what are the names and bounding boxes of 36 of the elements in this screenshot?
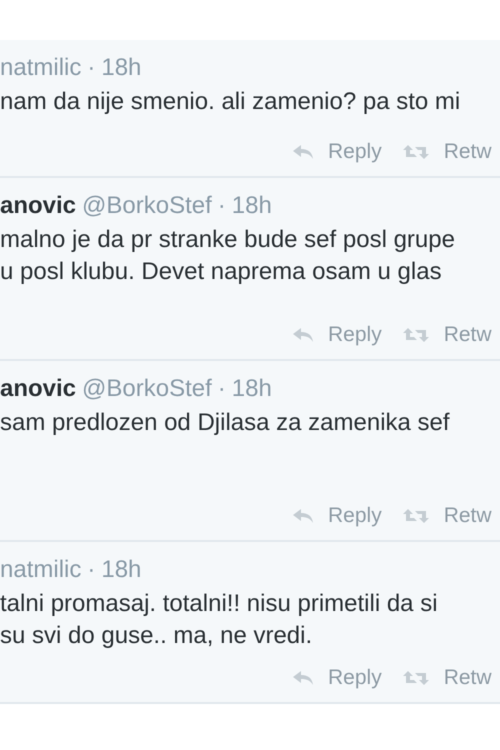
tweet-text: sam predlozen od Djilasa za zamenika sef: [0, 408, 451, 438]
retweet-icon[interactable]: [402, 144, 430, 160]
reply-icon[interactable]: [292, 670, 314, 686]
tweet-text: talni promasaj. totalni!! nisu primetili da si: [0, 589, 439, 619]
reply-icon[interactable]: [292, 144, 314, 160]
separator-dot: ·: [87, 54, 96, 82]
retweet-button[interactable]: Retw: [402, 666, 492, 690]
reply-button[interactable]: Reply: [292, 504, 382, 528]
retweet-icon[interactable]: [402, 508, 430, 524]
tweet-text: malno je da pr stranke bude sef posl grupe: [0, 225, 456, 255]
timestamp[interactable]: 18h: [101, 54, 142, 82]
reply-button[interactable]: Reply: [292, 140, 382, 164]
user-handle[interactable]: natmilic: [0, 54, 82, 82]
timestamp[interactable]: 18h: [101, 556, 142, 584]
tweet-text: nam da nije smenio. ali zamenio? pa sto mi: [0, 87, 462, 117]
retweet-icon[interactable]: [402, 670, 430, 686]
tweet-text: su svi do guse.. ma, ne vredi.: [0, 621, 314, 651]
user-name[interactable]: anovic: [0, 375, 76, 403]
tweet-text: u posl klubu. Devet naprema osam u glas: [0, 257, 443, 287]
user-name[interactable]: anovic: [0, 192, 76, 220]
retweet-icon[interactable]: [402, 327, 430, 343]
retweet-button[interactable]: Retw: [402, 323, 492, 347]
reply-icon[interactable]: [292, 508, 314, 524]
user-handle[interactable]: @BorkoStef: [82, 375, 212, 403]
separator-dot: ·: [218, 192, 226, 220]
timestamp[interactable]: 18h: [232, 192, 272, 220]
reply-button[interactable]: Reply: [292, 323, 382, 347]
retweet-button[interactable]: Retw: [402, 140, 492, 164]
separator-dot: ·: [218, 375, 226, 403]
reply-icon[interactable]: [292, 327, 314, 343]
separator-dot: ·: [87, 556, 96, 584]
reply-button[interactable]: Reply: [292, 666, 382, 690]
user-handle[interactable]: @BorkoStef: [82, 192, 212, 220]
user-handle[interactable]: natmilic: [0, 556, 82, 584]
retweet-button[interactable]: Retw: [402, 504, 492, 528]
timestamp[interactable]: 18h: [232, 375, 272, 403]
